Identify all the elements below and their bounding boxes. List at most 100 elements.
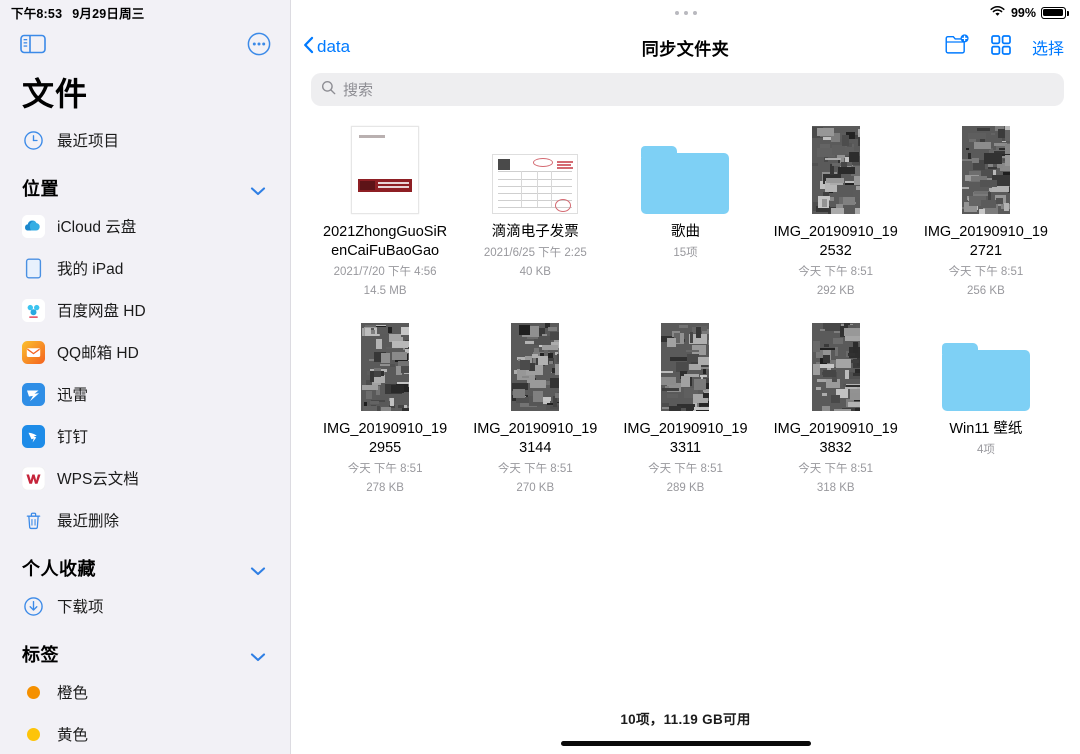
file-item[interactable]: 2021ZhongGuoSiRenCaiFuBaoGao 2021/7/20 下… (313, 124, 457, 299)
sidebar-item-baidu-netdisk[interactable]: 百度网盘 HD (0, 289, 290, 331)
file-name: 2021ZhongGuoSiRenCaiFuBaoGao (323, 224, 448, 259)
file-size: 318 KB (816, 482, 855, 494)
sidebar-item-downloads[interactable]: 下载项 (0, 585, 290, 627)
file-thumbnail (351, 124, 420, 214)
file-meta: 2021/7/20 下午 4:56 (333, 266, 437, 278)
sidebar-item-label: 最近项目 (57, 133, 120, 150)
photo-thumbnail (961, 126, 1010, 214)
files-app-window: 下午8:53 9月29日周三 文件 最近项目 位置 iCloud 云盘 我的 i… (0, 0, 1080, 754)
search-bar-container: 搜索 (291, 69, 1080, 106)
file-name: IMG_20190910_193832 (773, 421, 898, 456)
file-item[interactable]: IMG_20190910_193311 今天 下午 8:51 289 KB (613, 321, 757, 496)
dingtalk-icon (22, 424, 45, 448)
sidebar-section-locations-header[interactable]: 位置 (0, 161, 290, 205)
sidebar-item-qq-mail[interactable]: QQ邮箱 HD (0, 331, 290, 373)
wps-icon (22, 466, 45, 490)
file-item[interactable]: 滴滴电子发票 2021/6/25 下午 2:25 40 KB (463, 124, 607, 299)
file-name: IMG_20190910_193311 (623, 421, 748, 456)
page-title: 文件 (22, 76, 89, 112)
battery-full-icon (1041, 6, 1069, 19)
sidebar-item-wps[interactable]: WPS云文档 (0, 457, 290, 499)
tag-dot-yellow-icon (22, 723, 45, 746)
file-size: 14.5 MB (363, 285, 407, 297)
file-name: 歌曲 (670, 224, 700, 240)
file-thumbnail (492, 124, 579, 214)
file-meta: 今天 下午 8:51 (347, 463, 423, 475)
section-title: 标签 (22, 645, 59, 665)
file-name: IMG_20190910_193144 (473, 421, 598, 456)
sidebar-toolbar (0, 25, 290, 63)
sidebar-item-dingtalk[interactable]: 钉钉 (0, 415, 290, 457)
sidebar-item-label: 迅雷 (57, 387, 89, 404)
download-icon (22, 595, 45, 618)
file-item[interactable]: IMG_20190910_193144 今天 下午 8:51 270 KB (463, 321, 607, 496)
sidebar-item-recently-deleted[interactable]: 最近删除 (0, 499, 290, 541)
sidebar: 下午8:53 9月29日周三 文件 最近项目 位置 iCloud 云盘 我的 i… (0, 0, 291, 754)
file-grid: 2021ZhongGuoSiRenCaiFuBaoGao 2021/7/20 下… (313, 124, 1058, 496)
sidebar-item-tag-orange[interactable]: 橙色 (0, 671, 290, 713)
more-circle-icon[interactable] (247, 32, 271, 56)
search-input[interactable]: 搜索 (311, 73, 1064, 106)
file-thumbnail (811, 321, 860, 411)
chevron-left-icon (303, 36, 314, 59)
sidebar-toggle-icon[interactable] (20, 34, 46, 54)
file-meta: 今天 下午 8:51 (798, 463, 874, 475)
sidebar-item-tag-yellow[interactable]: 黄色 (0, 713, 290, 754)
file-meta: 4项 (976, 444, 995, 456)
select-button[interactable]: 选择 (1032, 35, 1064, 59)
file-meta: 2021/6/25 下午 2:25 (483, 247, 587, 259)
grid-view-icon[interactable] (991, 34, 1011, 60)
folder-item[interactable]: 歌曲 15项 (613, 124, 757, 299)
sidebar-item-icloud[interactable]: iCloud 云盘 (0, 205, 290, 247)
chevron-down-icon[interactable] (250, 563, 266, 576)
file-grid-scroll[interactable]: 2021ZhongGuoSiRenCaiFuBaoGao 2021/7/20 下… (291, 106, 1080, 708)
file-size: 256 KB (967, 285, 1005, 297)
qq-mail-icon (22, 340, 45, 364)
photo-thumbnail (511, 323, 560, 411)
sidebar-item-label: 最近删除 (57, 513, 120, 530)
sidebar-section-tags-header[interactable]: 标签 (0, 627, 290, 671)
invoice-thumbnail (492, 154, 579, 214)
home-indicator[interactable] (291, 741, 1080, 746)
new-folder-icon[interactable] (945, 34, 970, 60)
photo-thumbnail (811, 323, 860, 411)
folder-icon (641, 146, 730, 214)
file-thumbnail (641, 124, 730, 214)
file-item[interactable]: IMG_20190910_192721 今天 下午 8:51 256 KB (914, 124, 1058, 299)
main-panel: 99% data 同步文件夹 选择 搜索 2021ZhongGuoSiRenCa… (291, 0, 1080, 754)
sidebar-item-xunlei[interactable]: 迅雷 (0, 373, 290, 415)
sidebar-item-recents[interactable]: 最近项目 (0, 119, 290, 161)
navigation-bar: data 同步文件夹 选择 (291, 25, 1080, 69)
photo-thumbnail (361, 323, 410, 411)
tag-dot-orange-icon (22, 681, 45, 704)
wifi-icon (989, 5, 1006, 20)
sidebar-item-my-ipad[interactable]: 我的 iPad (0, 247, 290, 289)
back-button[interactable]: data (303, 36, 350, 59)
sidebar-item-label: QQ邮箱 HD (57, 345, 139, 362)
sidebar-item-label: 黄色 (57, 727, 89, 744)
file-name: IMG_20190910_192955 (323, 421, 448, 456)
sidebar-item-label: 下载项 (57, 599, 104, 616)
file-name: IMG_20190910_192532 (773, 224, 898, 259)
status-date: 9月29日周三 (72, 7, 145, 21)
file-item[interactable]: IMG_20190910_192532 今天 下午 8:51 292 KB (764, 124, 908, 299)
folder-item[interactable]: Win11 壁纸 4项 (914, 321, 1058, 496)
photo-thumbnail (661, 323, 710, 411)
file-item[interactable]: IMG_20190910_193832 今天 下午 8:51 318 KB (764, 321, 908, 496)
chevron-down-icon[interactable] (250, 183, 266, 196)
sidebar-item-label: iCloud 云盘 (57, 219, 137, 236)
file-meta: 今天 下午 8:51 (798, 266, 874, 278)
file-meta: 15项 (673, 247, 698, 259)
status-footer: 10项，11.19 GB可用 (291, 708, 1080, 754)
file-name: Win11 壁纸 (949, 421, 1023, 437)
back-button-label: data (317, 37, 351, 56)
chevron-down-icon[interactable] (250, 649, 266, 662)
sidebar-section-favorites-header[interactable]: 个人收藏 (0, 541, 290, 585)
sidebar-item-label: 橙色 (57, 685, 89, 702)
status-bar-right: 99% (291, 0, 1080, 25)
multitask-grabber[interactable] (291, 0, 1080, 25)
file-item[interactable]: IMG_20190910_192955 今天 下午 8:51 278 KB (313, 321, 457, 496)
sidebar-item-label: WPS云文档 (57, 471, 139, 488)
sidebar-item-label: 百度网盘 HD (57, 303, 146, 320)
file-name: IMG_20190910_192721 (923, 224, 1048, 259)
